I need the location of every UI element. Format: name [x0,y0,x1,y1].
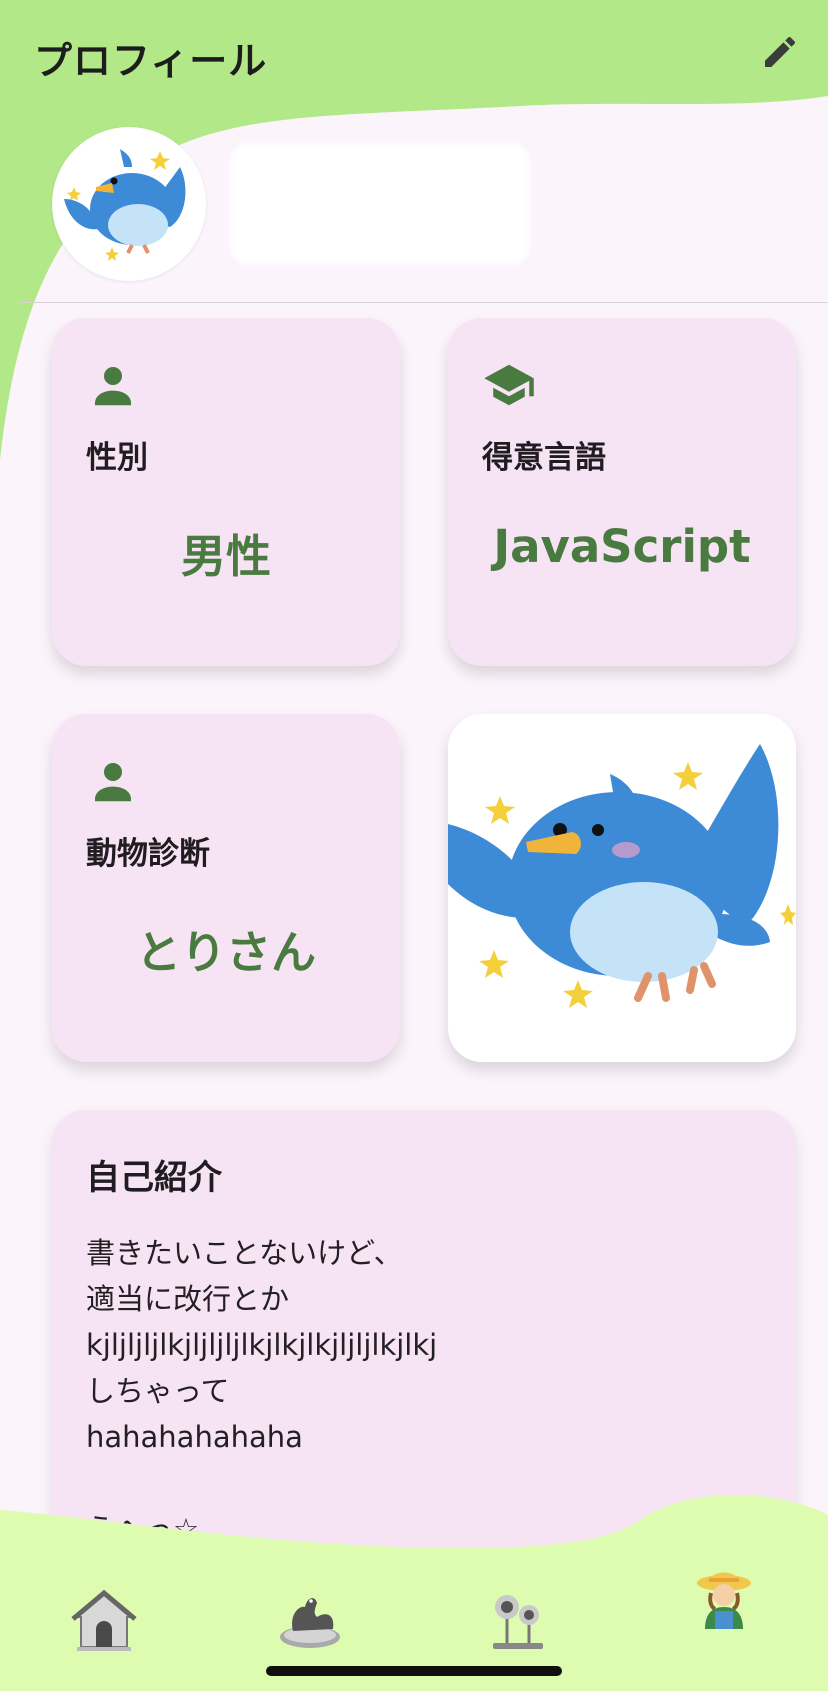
divider [20,302,828,303]
intro-line: 書きたいことないけど、 [86,1236,403,1270]
pencil-icon [765,36,796,67]
sunflowers-icon [493,1595,543,1649]
language-label: 得意言語 [482,440,606,476]
blue-bird-avatar-icon [64,149,186,261]
graduation-cap-icon [484,364,534,406]
nav-farmer[interactable] [684,1558,764,1638]
animal-image-card [448,714,796,1062]
gender-card: 性別 男性 [52,318,400,666]
hen-nest-icon [280,1598,340,1648]
nav-sunflower[interactable] [478,1580,558,1660]
intro-title: 自己紹介 [86,1158,222,1198]
blue-bird-illustration [448,744,796,1008]
gender-value: 男性 [180,530,271,583]
nav-hen[interactable] [270,1580,350,1660]
app-header: プロフィール [0,0,828,106]
person-icon [95,367,131,406]
intro-line: hahahahahaha [86,1420,303,1454]
language-value: JavaScript [493,520,751,573]
house-icon [71,1589,137,1651]
nav-home[interactable] [64,1580,144,1660]
animal-value: とりさん [135,926,316,979]
intro-line: kjljljljlkjljljljlkjlkjlkjljljlkjlkj [86,1328,438,1362]
avatar[interactable] [52,127,206,281]
language-card: 得意言語 JavaScript [448,318,796,666]
intro-line: 適当に改行とか [86,1282,290,1316]
person-icon [95,763,131,802]
edit-button[interactable] [756,28,804,76]
animal-label: 動物診断 [86,836,210,872]
animal-card: 動物診断 とりさん [52,714,400,1062]
page-title: プロフィール [34,39,268,83]
home-indicator [266,1666,562,1676]
user-name-redacted [230,144,530,264]
intro-line: しちゃって [86,1374,230,1408]
gender-label: 性別 [86,440,148,476]
profile-header [0,120,828,300]
farmer-icon [697,1572,751,1629]
